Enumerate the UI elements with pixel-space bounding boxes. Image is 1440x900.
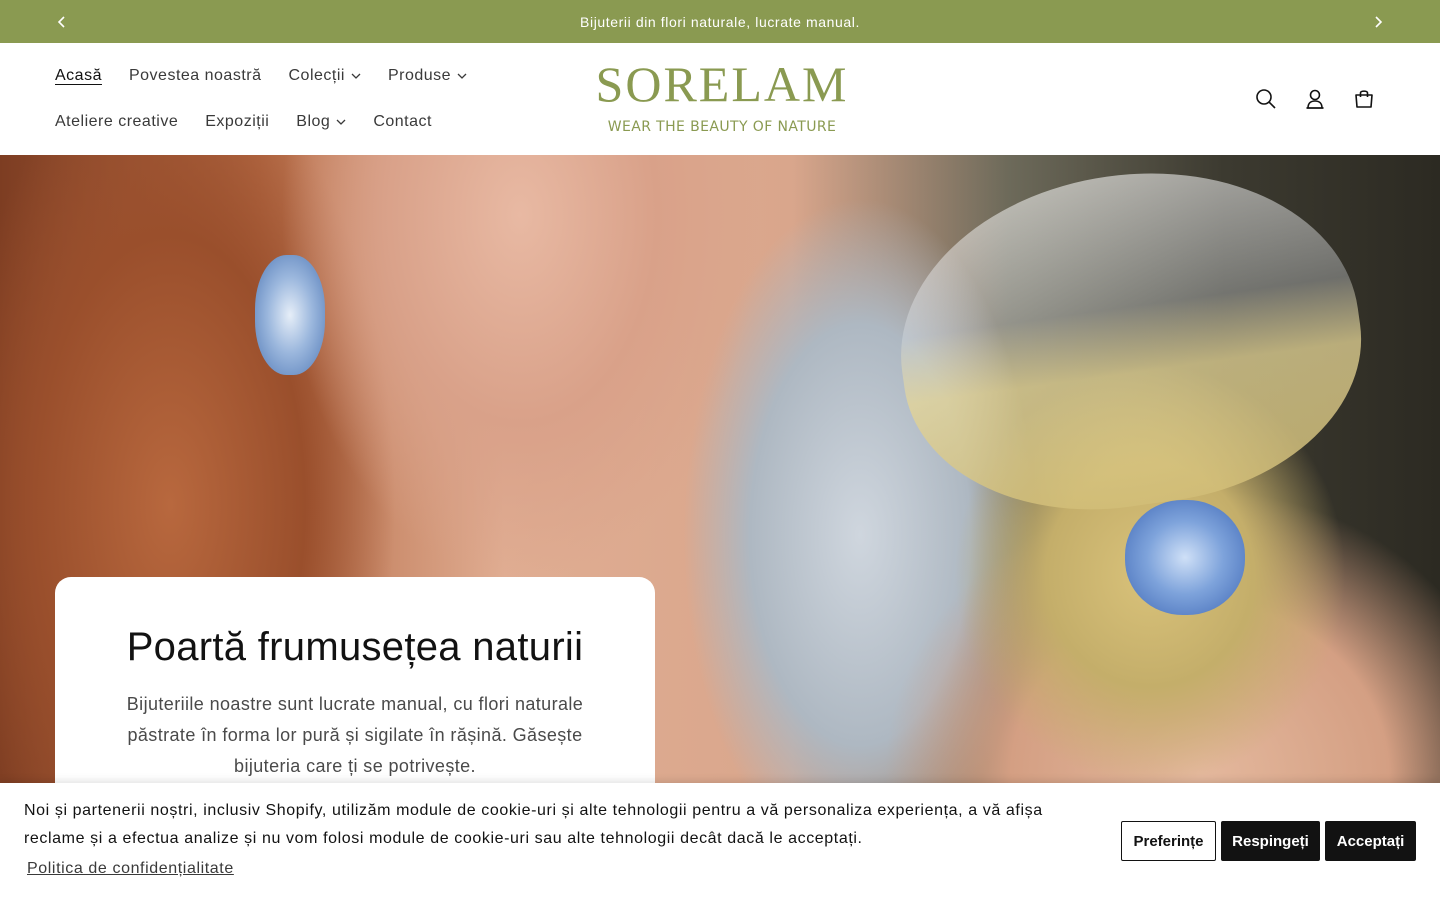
nav-item-label: Acasă — [55, 67, 102, 84]
chevron-right-icon — [1375, 15, 1383, 28]
cookie-banner: Noi și partenerii noștri, inclusiv Shopi… — [0, 783, 1440, 900]
announcement-text: Bijuterii din flori naturale, lucrate ma… — [580, 13, 860, 30]
reject-button[interactable]: Respingeți — [1221, 821, 1320, 861]
nav-item-label: Colecții — [288, 67, 345, 84]
preferences-button[interactable]: Preferințe — [1121, 821, 1216, 861]
logo-tagline: WEAR THE BEAUTY OF NATURE — [607, 119, 837, 135]
announcement-next-button[interactable] — [1358, 0, 1398, 43]
search-button[interactable] — [1242, 75, 1290, 123]
nav-item-label: Ateliere creative — [55, 113, 179, 130]
hero-title: Poartă frumusețea naturii — [126, 625, 584, 669]
cookie-message: Noi și partenerii noștri, inclusiv Shopi… — [24, 802, 1043, 847]
nav-item-label: Povestea noastră — [128, 67, 262, 84]
accept-button[interactable]: Acceptați — [1325, 821, 1416, 861]
nav-row-1: Acasă Povestea noastră Colecții Produse — [55, 53, 535, 99]
main-nav: Acasă Povestea noastră Colecții Produse … — [55, 53, 535, 145]
chevron-down-icon — [457, 73, 467, 79]
announcement-bar: Bijuterii din flori naturale, lucrate ma… — [0, 0, 1440, 43]
nav-item-label: Blog — [296, 113, 331, 130]
account-icon — [1306, 89, 1324, 109]
nav-item-produse[interactable]: Produse — [388, 67, 467, 85]
nav-item-expozitii[interactable]: Expoziții — [205, 113, 269, 131]
nav-item-label: Expoziții — [205, 113, 270, 130]
hero-image-ring — [1125, 500, 1245, 615]
announcement-prev-button[interactable] — [42, 0, 82, 43]
cart-button[interactable] — [1340, 75, 1388, 123]
nav-item-acasa[interactable]: Acasă — [55, 67, 102, 85]
hero-text: Bijuteriile noastre sunt lucrate manual,… — [126, 694, 584, 776]
site-header: Acasă Povestea noastră Colecții Produse … — [0, 43, 1440, 155]
chevron-down-icon — [336, 119, 346, 125]
chevron-down-icon — [351, 73, 361, 79]
nav-item-label: Contact — [373, 113, 432, 130]
nav-item-ateliere-creative[interactable]: Ateliere creative — [55, 113, 178, 131]
cart-icon — [1355, 90, 1373, 108]
nav-item-povestea-noastra[interactable]: Povestea noastră — [129, 67, 262, 85]
logo-name: SORELAM — [595, 56, 849, 112]
nav-row-2: Ateliere creative Expoziții Blog Contact — [55, 99, 535, 145]
nav-item-colectii[interactable]: Colecții — [289, 67, 361, 85]
cookie-buttons: Preferințe Respingeți Acceptați — [1116, 821, 1416, 861]
header-icons — [1241, 75, 1388, 123]
hero-image-glass — [879, 155, 1381, 536]
nav-item-blog[interactable]: Blog — [296, 113, 346, 131]
privacy-policy-link[interactable]: Politica de confidențialitate — [27, 855, 234, 883]
nav-item-contact[interactable]: Contact — [373, 113, 432, 131]
site-logo[interactable]: SORELAM WEAR THE BEAUTY OF NATURE — [578, 57, 866, 143]
account-button[interactable] — [1291, 75, 1339, 123]
chevron-left-icon — [57, 15, 65, 28]
nav-item-label: Produse — [387, 67, 452, 84]
hero-image-earring — [255, 255, 325, 375]
search-icon — [1256, 89, 1276, 109]
